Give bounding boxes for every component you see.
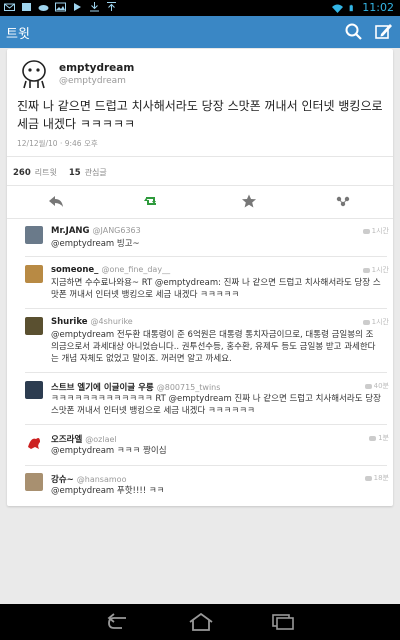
reply-item[interactable]: 오즈라엘 @ozlael @emptydream ㅋㅋㅋ 짱이심 1분 — [25, 433, 393, 469]
tweet-stats: 260 리트윗 15 관심글 — [13, 167, 107, 178]
reply-meta: 18분 — [364, 473, 389, 483]
battery-icon — [349, 4, 354, 11]
notification-icons — [4, 2, 117, 12]
reply-item[interactable]: 스트브 엘기에 이글이글 우롱 @800715_twins ㅋㅋㅋㅋㅋㅋㅋㅋㅋㅋㅋ… — [25, 381, 393, 429]
reply-time: 1시간 — [371, 266, 389, 274]
reply-handle: @ozlael — [85, 435, 117, 444]
reply-name: someone_ — [51, 265, 99, 275]
reply-meta: 1시간 — [362, 265, 389, 275]
reply-avatar[interactable] — [25, 226, 43, 244]
back-icon[interactable] — [106, 613, 132, 631]
clock: 11:02 — [362, 1, 394, 14]
reply-text: @emptydream 빙고~ — [51, 239, 140, 249]
reply-header: Mr.JANG @JANG6363 — [51, 226, 141, 236]
download-icon — [90, 2, 99, 12]
reply-item[interactable]: Mr.JANG @JANG6363 @emptydream 빙고~ 1시간 — [25, 226, 393, 264]
reply-item[interactable]: Shurike @4shurike @emptydream 전두환 대통령이 준 … — [25, 317, 393, 377]
avatar[interactable] — [17, 57, 51, 91]
notification-icon — [22, 3, 31, 11]
reply-time: 1시간 — [371, 318, 389, 326]
page-title: 트윗 — [6, 27, 30, 42]
speech-bubble-icon — [364, 383, 372, 389]
reply-meta: 1시간 — [362, 226, 389, 236]
reply-handle: @4shurike — [90, 317, 133, 326]
reply-avatar[interactable] — [25, 381, 43, 399]
retweet-count[interactable]: 260 — [13, 168, 31, 178]
reply-meta: 1분 — [369, 433, 389, 443]
divider — [25, 372, 387, 373]
reply-meta: 1시간 — [362, 317, 389, 327]
tweet-timestamp: 12/12월/10 · 9:46 오후 — [17, 139, 98, 148]
reply-header: someone_ @one_fine_day__ — [51, 265, 170, 275]
mail-icon — [4, 3, 15, 11]
cloud-icon — [38, 5, 49, 11]
reply-avatar[interactable] — [25, 317, 43, 335]
favorite-count[interactable]: 15 — [69, 168, 81, 178]
speech-bubble-icon — [362, 319, 370, 325]
divider — [7, 156, 393, 157]
wifi-icon — [332, 4, 344, 13]
divider — [7, 218, 393, 219]
reply-name: 강슈~ — [51, 475, 74, 485]
divider — [25, 256, 387, 257]
reply-icon[interactable] — [48, 194, 64, 208]
reply-meta: 40분 — [364, 381, 389, 391]
reply-avatar[interactable] — [25, 473, 43, 491]
speech-bubble-icon — [364, 475, 372, 481]
reply-avatar[interactable] — [25, 433, 43, 451]
reply-name: 스트브 엘기에 이글이글 우롱 — [51, 383, 154, 393]
reply-text: ㅋㅋㅋㅋㅋㅋㅋㅋㅋㅋㅋㅋㅋ RT @emptydream 진짜 나 같으면 드럽… — [51, 394, 381, 416]
speech-bubble-icon — [362, 267, 370, 273]
tweet-handle[interactable]: @emptydream — [59, 76, 126, 86]
tweet-username[interactable]: emptydream — [59, 62, 134, 74]
reply-time: 40분 — [373, 382, 389, 390]
action-bar: 트윗 — [0, 16, 400, 48]
search-icon[interactable] — [341, 20, 367, 44]
home-icon[interactable] — [188, 613, 214, 631]
navigation-bar — [0, 604, 400, 640]
divider — [25, 465, 387, 466]
reply-time: 1분 — [378, 434, 389, 442]
divider — [25, 308, 387, 309]
more-options-icon[interactable] — [335, 194, 351, 208]
reply-text: @emptydream ㅋㅋㅋ 짱이심 — [51, 446, 167, 456]
tweet-actions — [7, 190, 393, 214]
retweet-icon[interactable] — [143, 194, 159, 208]
image-icon — [55, 2, 66, 12]
speech-bubble-icon — [362, 228, 370, 234]
reply-handle: @800715_twins — [156, 383, 221, 392]
reply-handle: @one_fine_day__ — [101, 265, 171, 274]
reply-name: 오즈라엘 — [51, 435, 83, 445]
reply-header: 스트브 엘기에 이글이글 우롱 @800715_twins — [51, 381, 220, 393]
reply-header: Shurike @4shurike — [51, 317, 133, 327]
reply-handle: @hansamoo — [76, 475, 127, 484]
favorite-label: 관심글 — [84, 168, 107, 177]
compose-icon[interactable] — [371, 20, 397, 44]
tweet-card: emptydream @emptydream 진짜 나 같으면 드럽고 치사해서… — [7, 49, 393, 506]
reply-avatar[interactable] — [25, 265, 43, 283]
favorite-icon[interactable] — [241, 194, 257, 208]
speech-bubble-icon — [369, 435, 377, 441]
play-icon — [74, 3, 81, 11]
reply-time: 18분 — [373, 474, 389, 482]
reply-name: Mr.JANG — [51, 226, 90, 236]
reply-name: Shurike — [51, 317, 88, 327]
reply-header: 오즈라엘 @ozlael — [51, 433, 117, 445]
reply-text: @emptydream 전두환 대통령이 준 6억원은 대통령 통치자금이므로,… — [51, 330, 376, 364]
reply-header: 강슈~ @hansamoo — [51, 473, 126, 485]
reply-item[interactable]: 강슈~ @hansamoo @emptydream 푸핫!!!! ㅋㅋ 18분 — [25, 473, 393, 505]
retweet-label: 리트윗 — [34, 168, 57, 177]
status-bar: 11:02 — [0, 0, 400, 16]
tweet-text: 진짜 나 같으면 드럽고 치사해서라도 당장 스맛폰 꺼내서 인터넷 뱅킹으로 … — [17, 99, 383, 131]
system-icons: 11:02 — [332, 1, 394, 14]
upload-icon — [107, 2, 116, 11]
reply-handle: @JANG6363 — [92, 226, 141, 235]
recent-apps-icon[interactable] — [270, 613, 296, 631]
divider — [7, 185, 393, 186]
reply-text: 지금하면 수수료나와용~ RT @emptydream: 진짜 나 같으면 드럽… — [51, 278, 381, 300]
reply-time: 1시간 — [371, 227, 389, 235]
reply-text: @emptydream 푸핫!!!! ㅋㅋ — [51, 486, 165, 496]
divider — [25, 424, 387, 425]
